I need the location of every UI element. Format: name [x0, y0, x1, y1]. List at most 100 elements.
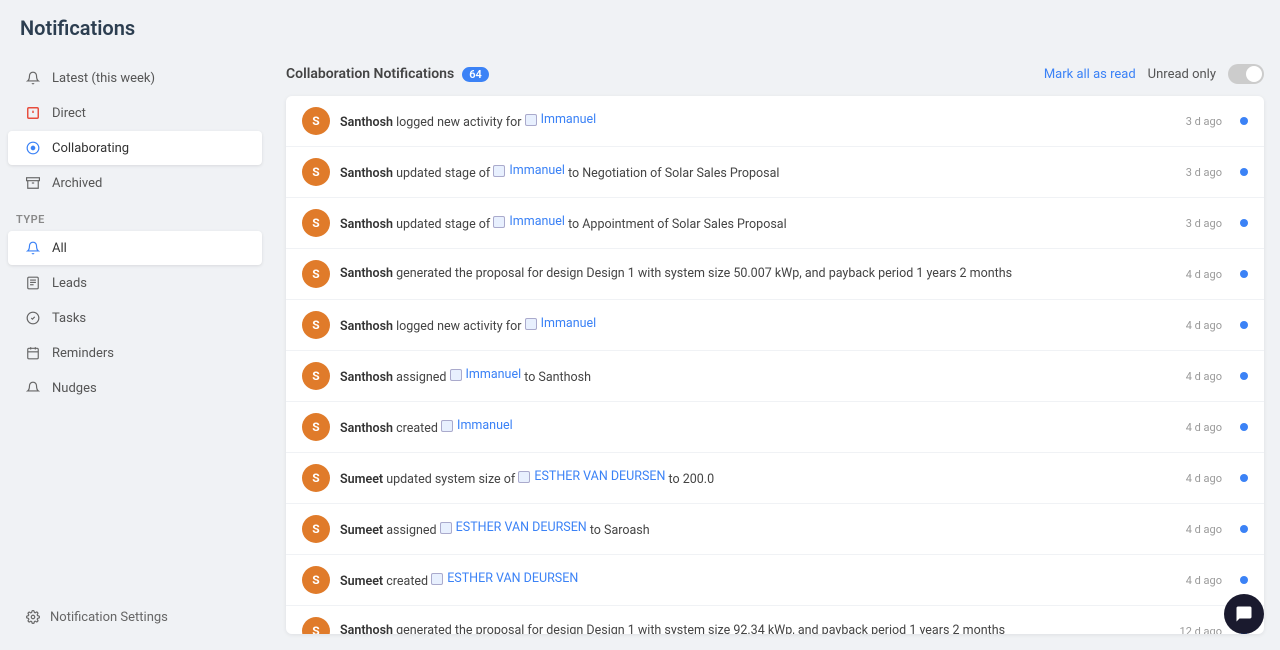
notification-count-badge: 64 — [462, 67, 489, 82]
notification-row: S Santhosh created Immanuel 4 d ago — [286, 402, 1264, 453]
notification-row: S Sumeet assigned ESTHER VAN DEURSEN to … — [286, 504, 1264, 555]
bell-small-icon — [24, 239, 42, 257]
notification-body: Santhosh logged new activity for Immanue… — [340, 111, 1176, 131]
lead-link-icon — [450, 369, 462, 381]
notification-body: Santhosh logged new activity for Immanue… — [340, 315, 1176, 335]
unread-indicator — [1240, 423, 1248, 431]
lead-link-icon — [525, 114, 537, 126]
sidebar: Latest (this week) Direct Collaborating Arc… — [0, 52, 270, 650]
sidebar-item-collaborating[interactable]: Collaborating — [8, 131, 262, 165]
notif-link[interactable]: Immanuel — [493, 162, 565, 180]
user-avatar: S — [302, 107, 330, 135]
bell-icon — [24, 69, 42, 87]
sidebar-type-nav: All Leads Tasks Reminders Nudges — [0, 230, 270, 406]
sidebar-type-label: Reminders — [52, 346, 114, 361]
circle-dot-icon — [24, 139, 42, 157]
notification-row: S Santhosh updated stage of Immanuel to … — [286, 147, 1264, 198]
unread-indicator — [1240, 576, 1248, 584]
notif-link[interactable]: Immanuel — [525, 111, 597, 129]
archive-icon — [24, 174, 42, 192]
unread-indicator — [1240, 117, 1248, 125]
notification-body: Santhosh generated the proposal for desi… — [340, 622, 1170, 634]
sidebar-type-leads[interactable]: Leads — [8, 266, 262, 300]
notification-settings-link[interactable]: Notification Settings — [8, 600, 262, 634]
mark-all-read-button[interactable]: Mark all as read — [1044, 67, 1136, 82]
sidebar-item-latest[interactable]: Latest (this week) — [8, 61, 262, 95]
sidebar-type-all[interactable]: All — [8, 231, 262, 265]
lead-link-icon — [440, 522, 452, 534]
notification-row: S Santhosh generated the proposal for de… — [286, 606, 1264, 634]
check-circle-icon — [24, 309, 42, 327]
calendar-icon — [24, 344, 42, 362]
notif-link[interactable]: ESTHER VAN DEURSEN — [518, 468, 665, 486]
notification-time: 3 d ago — [1186, 217, 1222, 230]
user-avatar: S — [302, 464, 330, 492]
user-avatar: S — [302, 515, 330, 543]
notification-time: 4 d ago — [1186, 370, 1222, 383]
toggle-thumb — [1246, 66, 1262, 82]
unread-only-toggle[interactable] — [1228, 64, 1264, 84]
sidebar-item-direct[interactable]: Direct — [8, 96, 262, 130]
notification-time: 4 d ago — [1186, 472, 1222, 485]
lead-icon — [24, 274, 42, 292]
gear-icon — [24, 608, 42, 626]
sidebar-type-label: Nudges — [52, 381, 97, 396]
unread-indicator — [1240, 321, 1248, 329]
nudge-icon — [24, 379, 42, 397]
sidebar-top-nav: Latest (this week) Direct Collaborating Arc… — [0, 60, 270, 201]
notif-link[interactable]: ESTHER VAN DEURSEN — [431, 570, 578, 588]
notification-row: S Santhosh assigned Immanuel to Santhosh… — [286, 351, 1264, 402]
notification-body: Sumeet assigned ESTHER VAN DEURSEN to Sa… — [340, 519, 1176, 539]
header-actions: Mark all as read Unread only — [1044, 64, 1264, 84]
main-content: Collaboration Notifications 64 Mark all … — [270, 52, 1280, 650]
notification-body: Santhosh updated stage of Immanuel to Ap… — [340, 213, 1176, 233]
sidebar-bottom: Notification Settings — [0, 592, 270, 642]
user-avatar: S — [302, 566, 330, 594]
sidebar-type-reminders[interactable]: Reminders — [8, 336, 262, 370]
content-header: Collaboration Notifications 64 Mark all … — [286, 52, 1264, 96]
sidebar-type-label: Tasks — [52, 311, 86, 326]
unread-indicator — [1240, 525, 1248, 533]
notif-link[interactable]: Immanuel — [441, 417, 513, 435]
unread-indicator — [1240, 219, 1248, 227]
notif-link[interactable]: Immanuel — [493, 213, 565, 231]
user-avatar: S — [302, 617, 330, 634]
sidebar-type-tasks[interactable]: Tasks — [8, 301, 262, 335]
type-section-label: Type — [0, 201, 270, 230]
notification-body: Santhosh assigned Immanuel to Santhosh — [340, 366, 1176, 386]
notification-body: Sumeet updated system size of ESTHER VAN… — [340, 468, 1176, 488]
unread-indicator — [1240, 372, 1248, 380]
user-avatar: S — [302, 260, 330, 288]
notification-row: S Santhosh generated the proposal for de… — [286, 249, 1264, 300]
sidebar-type-nudges[interactable]: Nudges — [8, 371, 262, 405]
page-header: Notifications — [0, 0, 1280, 52]
chat-widget-button[interactable] — [1224, 594, 1264, 634]
sidebar-type-label: Leads — [52, 276, 87, 291]
notification-row: S Sumeet updated system size of ESTHER V… — [286, 453, 1264, 504]
notif-link[interactable]: ESTHER VAN DEURSEN — [440, 519, 587, 537]
content-title: Collaboration Notifications — [286, 66, 454, 82]
settings-label: Notification Settings — [50, 610, 168, 625]
notification-row: S Santhosh updated stage of Immanuel to … — [286, 198, 1264, 249]
content-title-area: Collaboration Notifications 64 — [286, 66, 489, 82]
notification-time: 3 d ago — [1186, 115, 1222, 128]
sidebar-item-label: Direct — [52, 106, 86, 121]
user-avatar: S — [302, 209, 330, 237]
notification-row: S Santhosh logged new activity for Imman… — [286, 96, 1264, 147]
unread-indicator — [1240, 474, 1248, 482]
notif-link[interactable]: Immanuel — [525, 315, 597, 333]
notification-row: S Santhosh logged new activity for Imman… — [286, 300, 1264, 351]
notification-row: S Sumeet created ESTHER VAN DEURSEN 4 d … — [286, 555, 1264, 606]
sidebar-item-label: Latest (this week) — [52, 71, 155, 86]
sidebar-item-archived[interactable]: Archived — [8, 166, 262, 200]
lead-link-icon — [525, 318, 537, 330]
unread-indicator — [1240, 168, 1248, 176]
notifications-list: S Santhosh logged new activity for Imman… — [286, 96, 1264, 634]
notif-link[interactable]: Immanuel — [450, 366, 522, 384]
sidebar-type-label: All — [52, 241, 67, 256]
unread-indicator — [1240, 270, 1248, 278]
user-avatar: S — [302, 158, 330, 186]
sidebar-item-label: Archived — [52, 176, 102, 191]
user-avatar: S — [302, 311, 330, 339]
notification-body: Santhosh updated stage of Immanuel to Ne… — [340, 162, 1176, 182]
